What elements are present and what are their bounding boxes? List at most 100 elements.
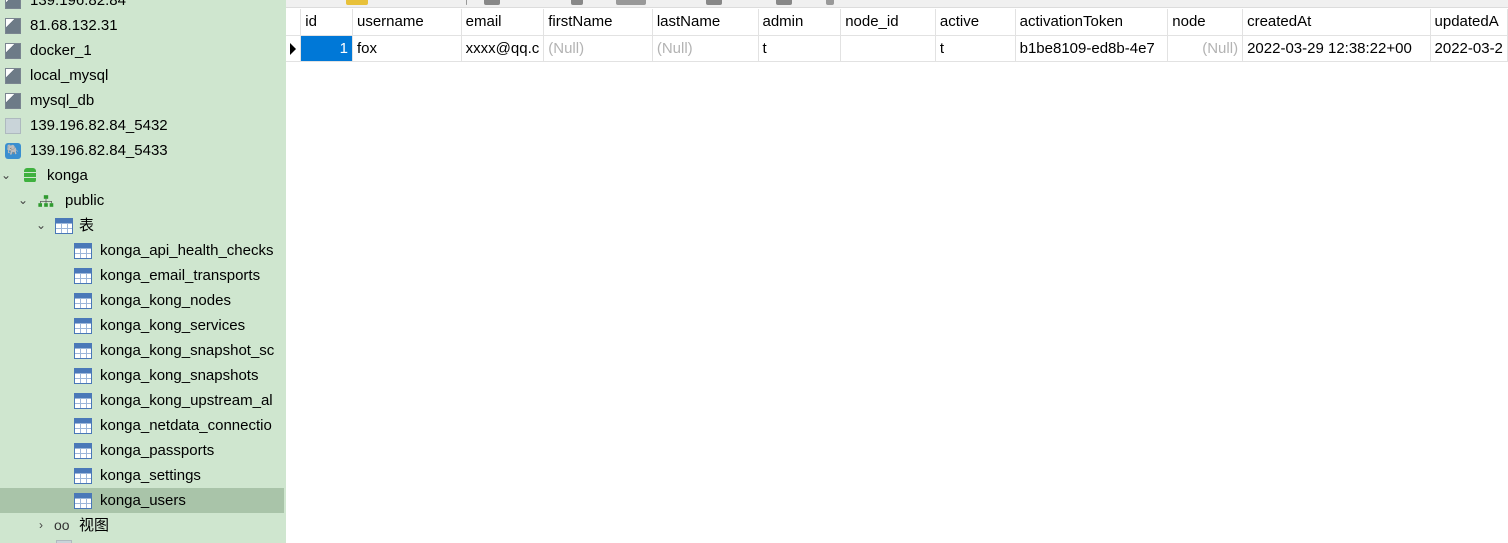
toolbar-icon[interactable] (616, 0, 646, 5)
cell-activation-token[interactable]: b1be8109-ed8b-4e7 (1015, 35, 1169, 62)
table-icon (74, 468, 92, 484)
connection-item[interactable]: docker_1 (0, 38, 286, 63)
cell-id[interactable]: 1 (300, 35, 353, 62)
connection-item[interactable]: 🐘 139.196.82.84_5433 (0, 138, 286, 163)
table-item[interactable]: konga_email_transports (0, 263, 286, 288)
table-label: konga_netdata_connectio (100, 417, 272, 434)
column-header[interactable]: lastName (652, 9, 759, 36)
connection-item[interactable]: 139.196.82.84 (0, 0, 286, 13)
connection-icon (5, 43, 21, 59)
cell-node[interactable]: (Null) (1167, 35, 1244, 62)
connection-item[interactable]: 139.196.82.84_5432 (0, 113, 286, 138)
column-header[interactable]: node (1167, 9, 1244, 36)
table-item[interactable]: konga_settings (0, 463, 286, 488)
table-icon (74, 243, 92, 259)
table-item[interactable]: konga_kong_snapshot_sc (0, 338, 286, 363)
table-label: konga_users (100, 492, 186, 509)
records-table: id username email firstName lastName adm… (286, 9, 1508, 62)
tree-item-partial[interactable] (0, 538, 286, 543)
navigator-sidebar: 139.196.82.84 81.68.132.31 docker_1 loca… (0, 0, 286, 543)
current-row-pointer-icon (290, 42, 297, 55)
table-icon (55, 218, 73, 234)
table-item[interactable]: konga_kong_upstream_al (0, 388, 286, 413)
cell-email[interactable]: xxxx@qq.c (461, 35, 545, 62)
column-header[interactable]: firstName (543, 9, 653, 36)
connection-label: mysql_db (30, 92, 95, 109)
cell-node-id[interactable] (840, 35, 936, 62)
column-header[interactable]: admin (758, 9, 842, 36)
table-item[interactable]: konga_api_health_checks (0, 238, 286, 263)
table-icon (74, 443, 92, 459)
chevron-down-icon[interactable]: ⌄ (17, 188, 29, 213)
schema-label: public (65, 192, 105, 209)
connection-item[interactable]: local_mysql (0, 63, 286, 88)
table-icon (74, 368, 92, 384)
connection-label: docker_1 (30, 42, 92, 59)
table-item[interactable]: konga_kong_services (0, 313, 286, 338)
data-grid[interactable]: id username email firstName lastName adm… (286, 0, 1508, 543)
connection-icon (5, 18, 21, 34)
toolbar-icon[interactable] (571, 0, 583, 5)
column-header[interactable]: id (300, 9, 353, 36)
table-item[interactable]: konga_kong_nodes (0, 288, 286, 313)
views-folder-label: 视图 (79, 517, 110, 534)
chevron-down-icon[interactable]: ⌄ (35, 213, 47, 238)
chevron-down-icon[interactable]: ⌄ (0, 163, 12, 188)
database-item[interactable]: ⌄ konga (0, 163, 286, 188)
tables-folder-label: 表 (79, 217, 95, 234)
toolbar-icon[interactable] (776, 0, 792, 5)
table-label: konga_passports (100, 442, 215, 459)
table-icon (74, 268, 92, 284)
connection-item[interactable]: 81.68.132.31 (0, 13, 286, 38)
table-icon (74, 343, 92, 359)
table-icon (74, 318, 92, 334)
connection-label: 139.196.82.84_5433 (30, 142, 168, 159)
table-icon (74, 418, 92, 434)
cell-updated-at[interactable]: 2022-03-2 (1430, 35, 1508, 62)
table-icon (74, 393, 92, 409)
toolbar-icon[interactable] (484, 0, 500, 5)
cell-lastname[interactable]: (Null) (652, 35, 759, 62)
column-header[interactable]: email (461, 9, 545, 36)
connection-label: 139.196.82.84 (30, 0, 126, 9)
cell-created-at[interactable]: 2022-03-29 12:38:22+00 (1242, 35, 1431, 62)
table-label: konga_kong_nodes (100, 292, 231, 309)
table-label: konga_kong_services (100, 317, 246, 334)
table-item[interactable]: konga_kong_snapshots (0, 363, 286, 388)
toolbar-icon[interactable] (346, 0, 368, 5)
table-label: konga_kong_upstream_al (100, 392, 273, 409)
cell-firstname[interactable]: (Null) (543, 35, 653, 62)
cell-admin[interactable]: t (758, 35, 842, 62)
database-label: konga (47, 167, 88, 184)
table-item[interactable]: konga_netdata_connectio (0, 413, 286, 438)
toolbar-strip (286, 0, 1508, 8)
database-icon (24, 168, 36, 183)
column-header[interactable]: updatedA (1430, 9, 1508, 36)
connection-item[interactable]: mysql_db (0, 88, 286, 113)
chevron-right-icon[interactable]: › (35, 513, 47, 538)
column-header[interactable]: username (352, 9, 462, 36)
schema-icon (38, 195, 54, 207)
toolbar-icon[interactable] (826, 0, 834, 5)
table-label: konga_kong_snapshots (100, 367, 259, 384)
cell-active[interactable]: t (935, 35, 1016, 62)
connection-icon (5, 93, 21, 109)
table-item[interactable]: konga_passports (0, 438, 286, 463)
column-header[interactable]: activationToken (1015, 9, 1169, 36)
cell-username[interactable]: fox (352, 35, 462, 62)
table-label: konga_email_transports (100, 267, 261, 284)
table-row[interactable]: 1 fox xxxx@qq.c (Null) (Null) t t b1be81… (286, 35, 1508, 62)
column-header[interactable]: node_id (840, 9, 936, 36)
table-item-selected[interactable]: konga_users (0, 488, 284, 513)
table-icon (74, 493, 92, 509)
column-header[interactable]: active (935, 9, 1016, 36)
toolbar-icon[interactable] (706, 0, 722, 5)
column-header[interactable]: createdAt (1242, 9, 1431, 36)
connection-label: 81.68.132.31 (30, 17, 118, 34)
schema-item[interactable]: ⌄ public (0, 188, 286, 213)
row-indicator[interactable] (286, 35, 302, 62)
views-folder-item[interactable]: › oo 视图 (0, 513, 286, 538)
postgres-connection-icon: 🐘 (5, 143, 21, 159)
tables-folder-item[interactable]: ⌄ 表 (0, 213, 286, 238)
connection-icon (5, 68, 21, 84)
